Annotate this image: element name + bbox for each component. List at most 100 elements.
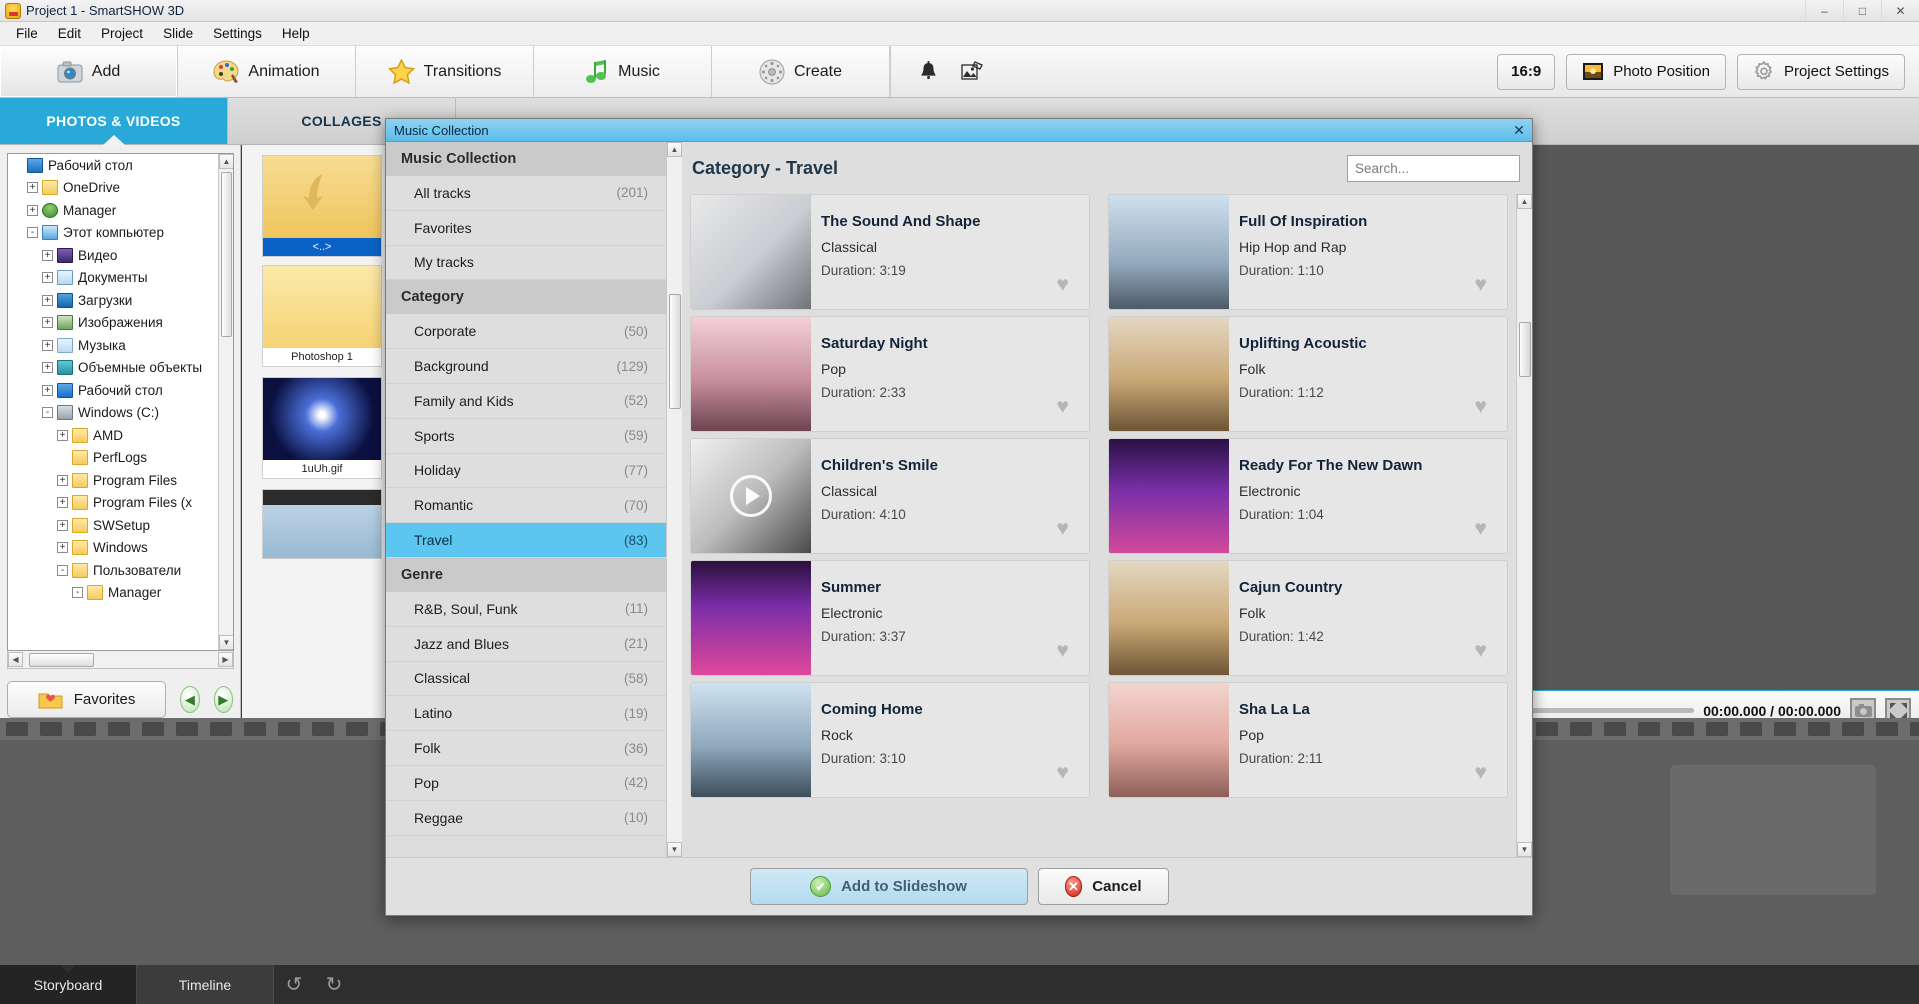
menu-item-settings[interactable]: Settings [203, 23, 272, 44]
add-to-slideshow-button[interactable]: ✔ Add to Slideshow [749, 868, 1028, 905]
tree-node[interactable]: + Program Files (x [8, 492, 233, 515]
menu-item-file[interactable]: File [6, 23, 48, 44]
favorite-heart-icon[interactable]: ♥ [1475, 639, 1487, 663]
sidebar-item-all-tracks[interactable]: All tracks (201) [386, 176, 666, 211]
nav-forward-button[interactable]: ▶ [213, 686, 233, 713]
search-input[interactable]: Search... [1347, 154, 1520, 182]
track-card[interactable]: Cajun Country Folk Duration: 1:42 ♥ [1108, 560, 1508, 676]
track-card[interactable]: The Sound And Shape Classical Duration: 3:… [690, 194, 1090, 310]
undo-icon[interactable]: ↺ [274, 965, 314, 1004]
track-cover-image[interactable] [691, 195, 811, 309]
ribbon-button-transitions[interactable]: Transitions [356, 46, 534, 97]
favorite-heart-icon[interactable]: ♥ [1057, 761, 1069, 785]
track-cover-image[interactable] [691, 561, 811, 675]
tree-node[interactable]: PerfLogs [8, 447, 233, 470]
sidebar-item-my-tracks[interactable]: My tracks [386, 245, 666, 281]
thumbnail-item-image[interactable]: 1uUh.gif [262, 377, 382, 479]
track-cover-image[interactable] [1109, 317, 1229, 431]
tree-scroll-right-arrow[interactable]: ▶ [218, 652, 233, 667]
sidebar-item-background[interactable]: Background (129) [386, 349, 666, 384]
dialog-sidebar-list[interactable]: Music Collection All tracks (201) Favorites… [386, 142, 666, 857]
sidebar-item-folk[interactable]: Folk (36) [386, 731, 666, 766]
tree-expand-toggle[interactable]: + [42, 249, 53, 261]
track-card[interactable]: Coming Home Rock Duration: 3:10 ♥ [690, 682, 1090, 798]
sidebar-item-jazz-and-blues[interactable]: Jazz and Blues (21) [386, 626, 666, 662]
favorite-heart-icon[interactable]: ♥ [1057, 517, 1069, 541]
sidebar-scroll-up-arrow[interactable]: ▲ [667, 142, 682, 157]
tree-node[interactable]: - Пользователи [8, 559, 233, 582]
tree-hscroll-thumb[interactable] [29, 652, 94, 667]
ribbon-button-animation[interactable]: Animation [178, 46, 356, 97]
thumbnail-item-folder[interactable]: Photoshop 1 [262, 265, 382, 367]
tree-node[interactable]: + Рабочий стол [8, 379, 233, 402]
sidebar-item-latino[interactable]: Latino (19) [386, 696, 666, 732]
tree-node[interactable]: + Загрузки [8, 289, 233, 312]
track-card[interactable]: Sha La La Pop Duration: 2:11 ♥ [1108, 682, 1508, 798]
tree-node[interactable]: + Manager [8, 199, 233, 222]
tree-node[interactable]: + Program Files [8, 469, 233, 492]
menu-item-slide[interactable]: Slide [153, 23, 203, 44]
tree-scroll-left-arrow[interactable]: ◀ [8, 652, 23, 667]
tree-expand-toggle[interactable]: + [42, 362, 53, 374]
slide-slot-empty[interactable] [1670, 765, 1876, 895]
track-cover-image[interactable] [1109, 439, 1229, 553]
minimize-button[interactable]: – [1805, 0, 1843, 21]
thumbnail-item-extra[interactable] [262, 489, 382, 559]
tree-expand-toggle[interactable]: + [42, 294, 53, 306]
favorites-button[interactable]: Favorites [7, 681, 167, 718]
tree-node[interactable]: Рабочий стол [8, 154, 233, 177]
tree-horizontal-scrollbar[interactable]: ◀ ▶ [7, 651, 234, 669]
track-cover-image[interactable] [1109, 683, 1229, 797]
favorite-heart-icon[interactable]: ♥ [1057, 639, 1069, 663]
track-card[interactable]: Summer Electronic Duration: 3:37 ♥ [690, 560, 1090, 676]
tree-expand-toggle[interactable]: + [57, 474, 68, 486]
sidebar-scroll-thumb[interactable] [669, 294, 681, 409]
sidebar-item-classical[interactable]: Classical (58) [386, 661, 666, 697]
track-cover-image[interactable] [691, 317, 811, 431]
tree-node[interactable]: - Manager [8, 582, 233, 605]
track-card[interactable]: Saturday Night Pop Duration: 2:33 ♥ [690, 316, 1090, 432]
close-icon[interactable]: ✕ [1510, 121, 1528, 139]
favorite-heart-icon[interactable]: ♥ [1475, 761, 1487, 785]
tab-timeline[interactable]: Timeline [137, 965, 274, 1004]
track-scroll-down-arrow[interactable]: ▼ [1517, 842, 1532, 857]
tree-node[interactable]: + Изображения [8, 312, 233, 335]
tree-scroll-down-arrow[interactable]: ▼ [219, 635, 233, 650]
tree-node[interactable]: + Музыка [8, 334, 233, 357]
sidebar-item-holiday[interactable]: Holiday (77) [386, 453, 666, 489]
track-card[interactable]: Ready For The New Dawn Electronic Duration… [1108, 438, 1508, 554]
track-list-scrollbar[interactable]: ▲ ▼ [1516, 194, 1532, 857]
bell-icon[interactable] [913, 57, 943, 87]
photo-stack-icon[interactable] [957, 57, 987, 87]
tree-expand-toggle[interactable]: + [42, 317, 53, 329]
tree-expand-toggle[interactable]: - [42, 407, 53, 419]
favorite-heart-icon[interactable]: ♥ [1475, 273, 1487, 297]
tree-node[interactable]: + AMD [8, 424, 233, 447]
sidebar-item-pop[interactable]: Pop (42) [386, 765, 666, 801]
track-card[interactable]: Full Of Inspiration Hip Hop and Rap Durati… [1108, 194, 1508, 310]
track-list[interactable]: The Sound And Shape Classical Duration: 3:… [682, 194, 1516, 857]
tree-node[interactable]: + SWSetup [8, 514, 233, 537]
sidebar-scrollbar[interactable]: ▲ ▼ [666, 142, 682, 857]
tree-node[interactable]: + Видео [8, 244, 233, 267]
tab-photos-and-videos[interactable]: PHOTOS & VIDEOS [0, 98, 228, 145]
maximize-button[interactable]: □ [1843, 0, 1881, 21]
menu-item-project[interactable]: Project [91, 23, 153, 44]
ribbon-button-music[interactable]: Music [534, 46, 712, 97]
tree-vertical-scrollbar[interactable]: ▲ ▼ [218, 154, 233, 650]
tree-expand-toggle[interactable]: + [27, 182, 38, 194]
tree-expand-toggle[interactable]: - [27, 227, 38, 239]
track-scroll-up-arrow[interactable]: ▲ [1517, 194, 1532, 209]
tree-expand-toggle[interactable]: + [57, 497, 68, 509]
sidebar-item-corporate[interactable]: Corporate (50) [386, 314, 666, 350]
tree-expand-toggle[interactable]: + [27, 204, 38, 216]
favorite-heart-icon[interactable]: ♥ [1475, 517, 1487, 541]
tree-node[interactable]: + Объемные объекты [8, 357, 233, 380]
tree-expand-toggle[interactable]: + [42, 384, 53, 396]
tree-expand-toggle[interactable]: - [57, 564, 68, 576]
sidebar-item-favorites[interactable]: Favorites [386, 210, 666, 246]
track-scroll-thumb[interactable] [1519, 322, 1531, 377]
sidebar-scroll-down-arrow[interactable]: ▼ [667, 842, 682, 857]
tree-expand-toggle[interactable]: + [57, 542, 68, 554]
play-icon[interactable] [730, 475, 772, 517]
